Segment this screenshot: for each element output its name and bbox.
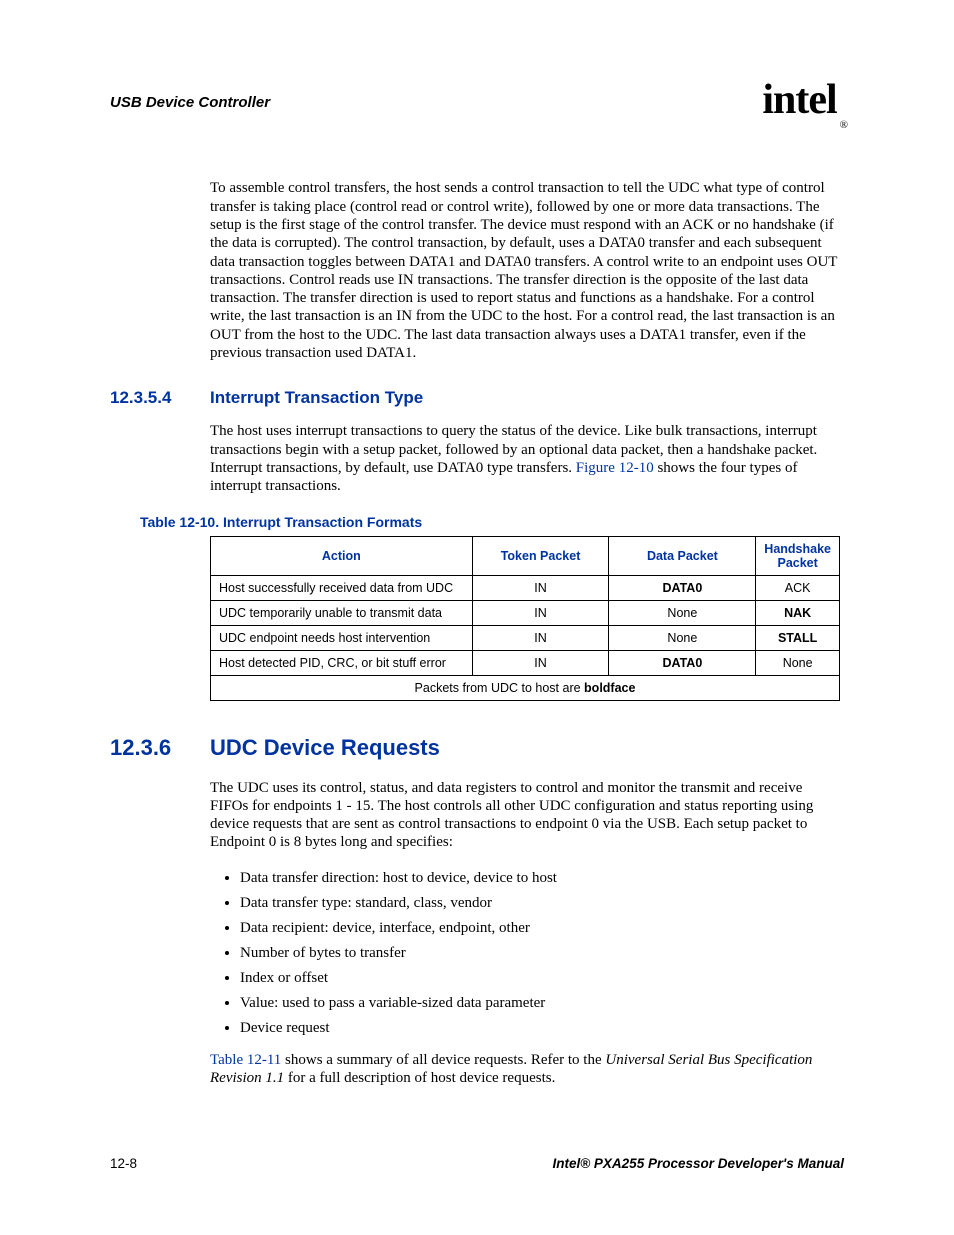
text: for a full description of host device re… (284, 1070, 555, 1086)
paragraph-interrupt-intro: The host uses interrupt transactions to … (210, 422, 840, 495)
table-row: Host detected PID, CRC, or bit stuff err… (211, 650, 840, 675)
cell-hs: NAK (756, 600, 840, 625)
table-interrupt-formats: Action Token Packet Data Packet Handshak… (210, 536, 840, 701)
footnote-bold: boldface (584, 681, 635, 695)
heading-12-3-6: 12.3.6 UDC Device Requests (110, 735, 844, 761)
table-footnote-row: Packets from UDC to host are boldface (211, 675, 840, 700)
page: USB Device Controller intel® To assemble… (0, 0, 954, 1235)
col-data: Data Packet (609, 536, 756, 575)
cell-action: UDC temporarily unable to transmit data (211, 600, 473, 625)
cell-hs: None (756, 650, 840, 675)
list-item: Index or offset (240, 970, 840, 987)
footer-page-number: 12-8 (110, 1156, 137, 1171)
cell-token: IN (472, 600, 609, 625)
col-handshake: Handshake Packet (756, 536, 840, 575)
list-item: Number of bytes to transfer (240, 945, 840, 962)
text: shows a summary of all device requests. … (281, 1052, 605, 1068)
footer-doc-title: Intel® PXA255 Processor Developer's Manu… (552, 1156, 844, 1171)
logo-reg: ® (840, 119, 847, 131)
cell-hs: STALL (756, 625, 840, 650)
heading-number: 12.3.5.4 (110, 388, 210, 408)
cell-data: DATA0 (609, 650, 756, 675)
table-row: UDC endpoint needs host intervention IN … (211, 625, 840, 650)
list-item: Data transfer type: standard, class, ven… (240, 895, 840, 912)
table-footnote: Packets from UDC to host are boldface (211, 675, 840, 700)
table-header-row: Action Token Packet Data Packet Handshak… (211, 536, 840, 575)
header-title: USB Device Controller (110, 94, 270, 111)
bullet-list: Data transfer direction: host to device,… (210, 870, 840, 1037)
xref-table-12-11[interactable]: Table 12-11 (210, 1052, 281, 1068)
footnote-text: Packets from UDC to host are (415, 681, 585, 695)
list-item: Value: used to pass a variable-sized dat… (240, 995, 840, 1012)
table-body: Host successfully received data from UDC… (211, 575, 840, 700)
paragraph-table-ref: Table 12-11 shows a summary of all devic… (210, 1051, 840, 1088)
table-caption: Table 12-10. Interrupt Transaction Forma… (140, 514, 844, 530)
content-body: To assemble control transfers, the host … (210, 179, 840, 362)
logo-text: intel (762, 77, 836, 123)
cell-token: IN (472, 625, 609, 650)
page-footer: 12-8 Intel® PXA255 Processor Developer's… (110, 1156, 844, 1171)
cell-action: Host detected PID, CRC, or bit stuff err… (211, 650, 473, 675)
list-item: Data transfer direction: host to device,… (240, 870, 840, 887)
cell-action: Host successfully received data from UDC (211, 575, 473, 600)
page-header: USB Device Controller intel® (110, 78, 844, 127)
cell-data: None (609, 600, 756, 625)
xref-figure-12-10[interactable]: Figure 12-10 (576, 460, 654, 476)
list-item: Data recipient: device, interface, endpo… (240, 920, 840, 937)
col-action: Action (211, 536, 473, 575)
heading-number: 12.3.6 (110, 735, 210, 761)
paragraph-device-requests: The UDC uses its control, status, and da… (210, 779, 840, 852)
table-row: UDC temporarily unable to transmit data … (211, 600, 840, 625)
cell-data: DATA0 (609, 575, 756, 600)
cell-token: IN (472, 650, 609, 675)
cell-action: UDC endpoint needs host intervention (211, 625, 473, 650)
cell-token: IN (472, 575, 609, 600)
intel-logo: intel® (762, 76, 844, 125)
content-body: The UDC uses its control, status, and da… (210, 779, 840, 1088)
paragraph-control-transfers: To assemble control transfers, the host … (210, 179, 840, 362)
list-item: Device request (240, 1020, 840, 1037)
table-wrapper: Action Token Packet Data Packet Handshak… (210, 536, 840, 701)
table-row: Host successfully received data from UDC… (211, 575, 840, 600)
heading-title: Interrupt Transaction Type (210, 388, 423, 408)
col-token: Token Packet (472, 536, 609, 575)
cell-hs: ACK (756, 575, 840, 600)
heading-title: UDC Device Requests (210, 735, 440, 761)
cell-data: None (609, 625, 756, 650)
heading-12-3-5-4: 12.3.5.4 Interrupt Transaction Type (110, 388, 844, 408)
content-body: The host uses interrupt transactions to … (210, 422, 840, 495)
